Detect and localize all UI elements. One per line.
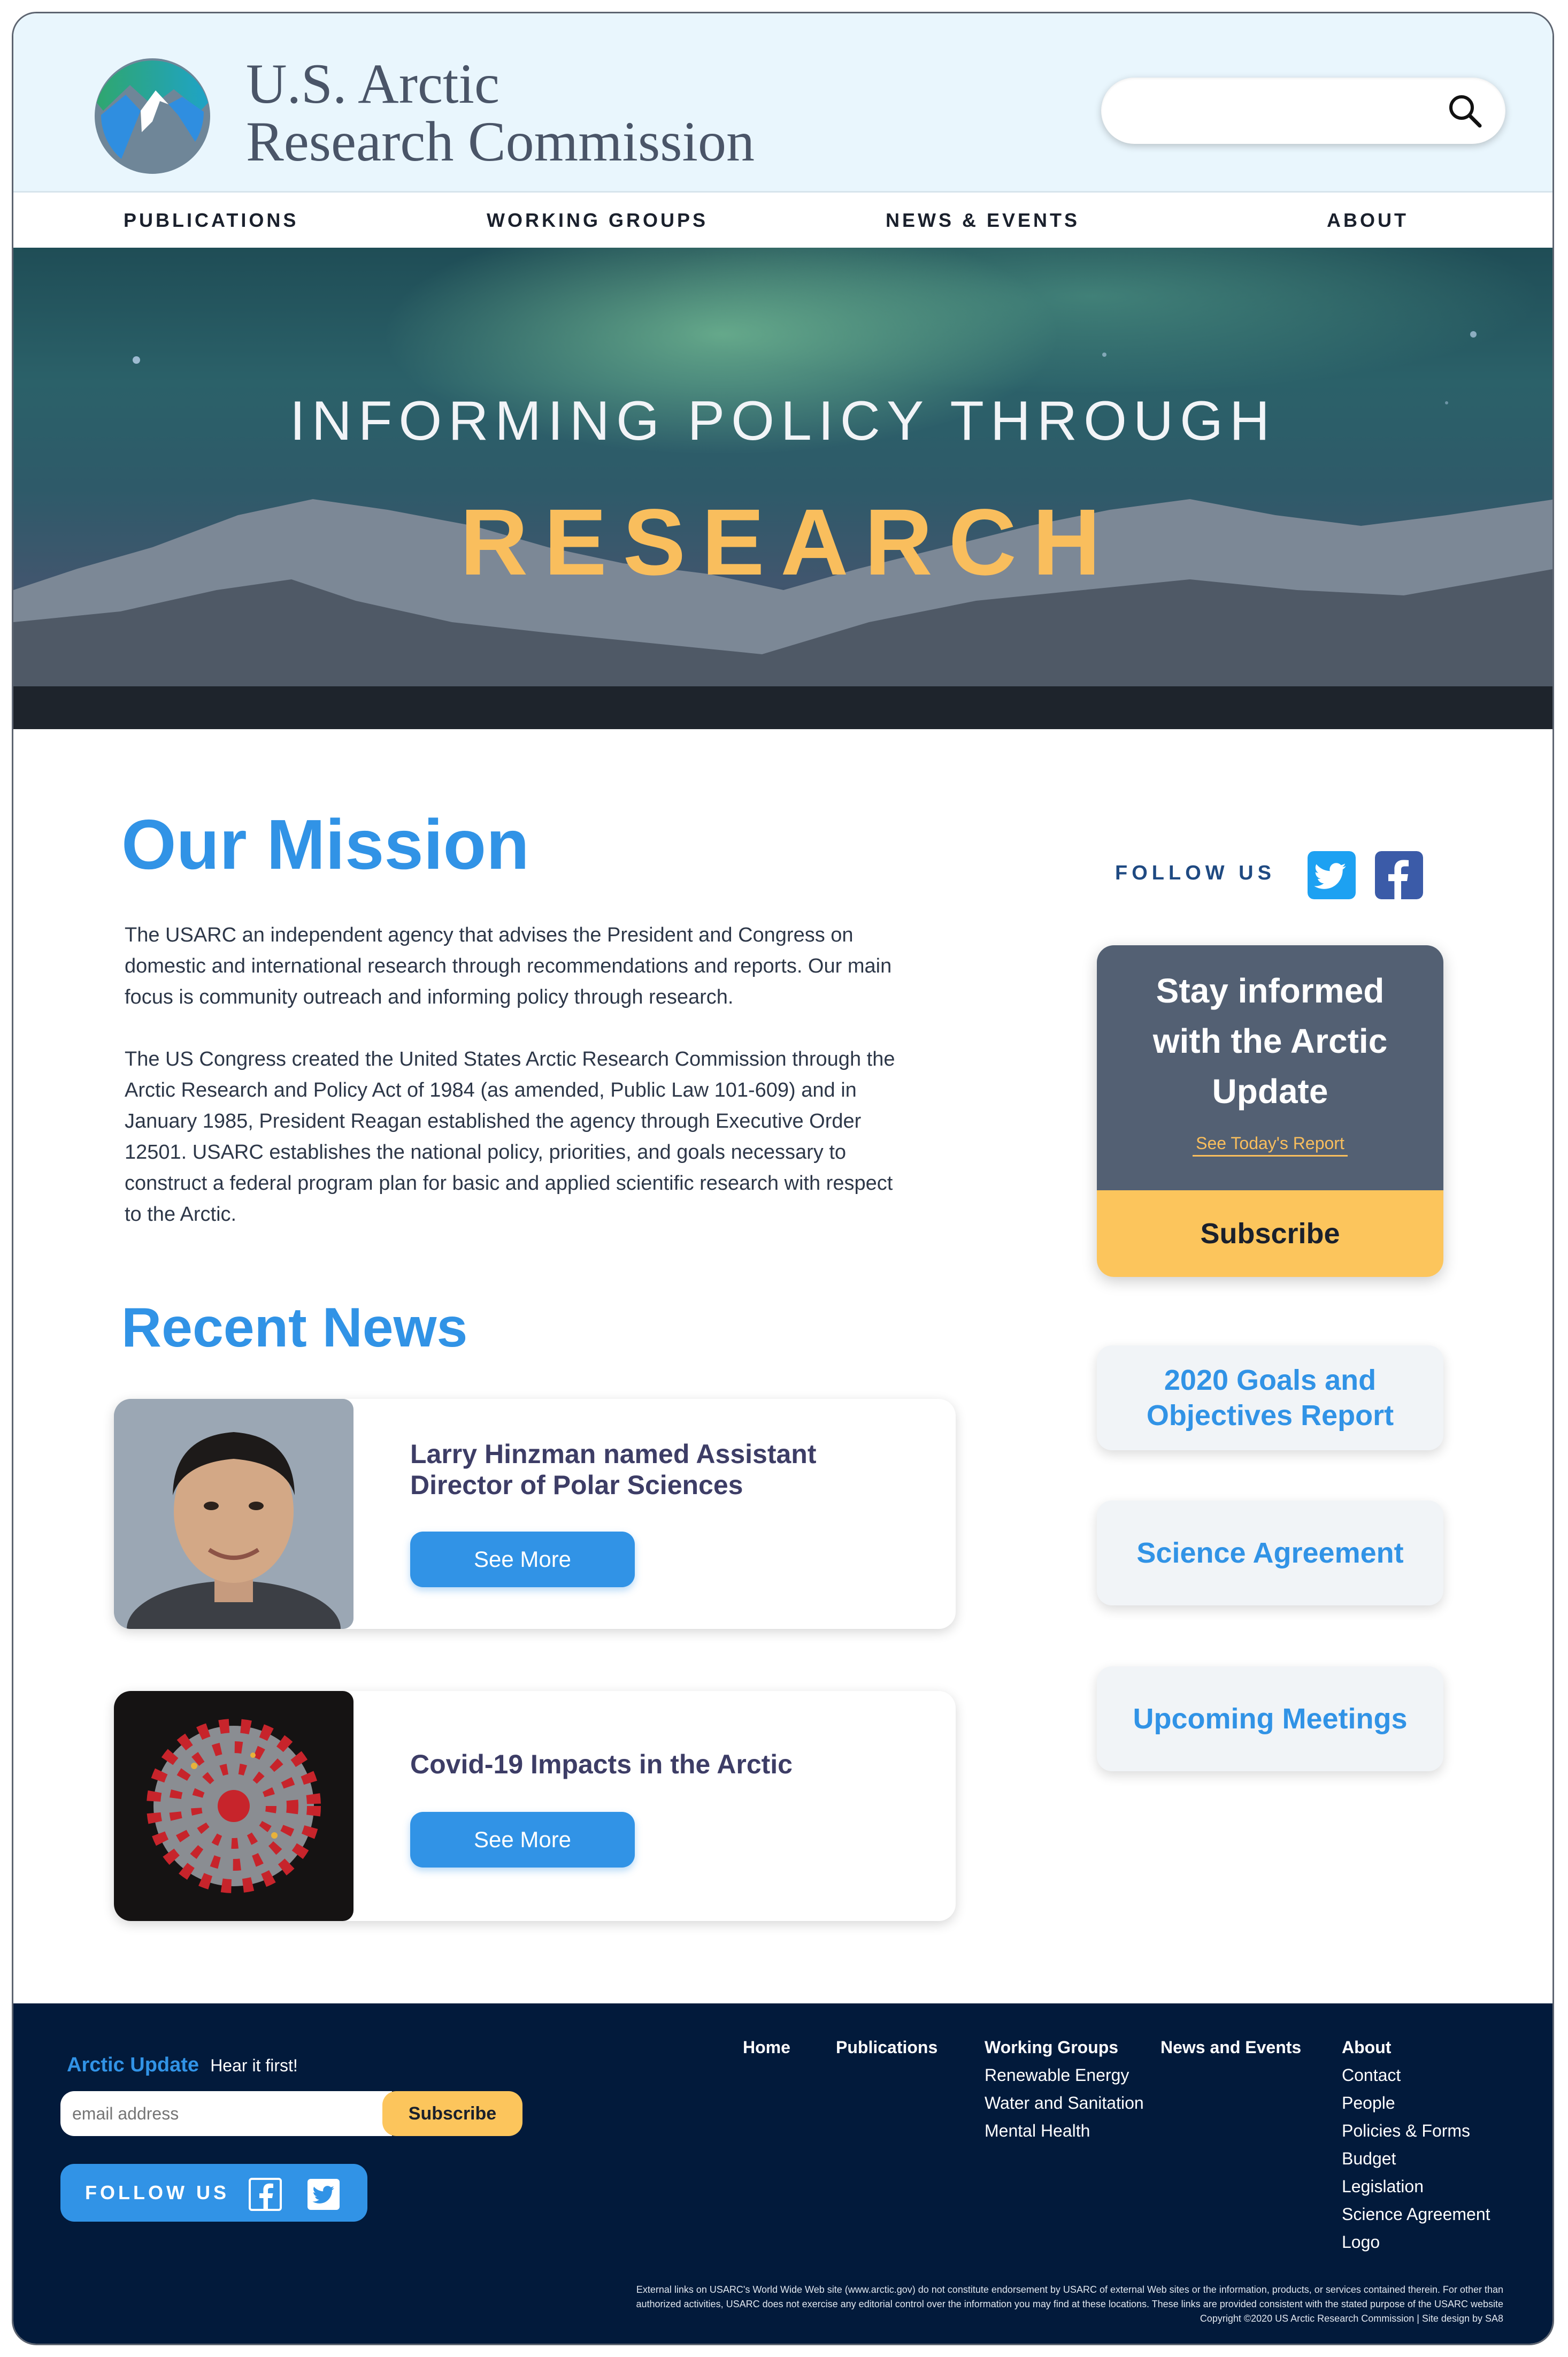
site-title-line1: U.S. Arctic: [246, 52, 499, 115]
site-title[interactable]: U.S. Arctic Research Commission: [246, 55, 755, 171]
see-more-button[interactable]: See More: [410, 1812, 635, 1868]
arctic-update-heading-text: Stay informed with the Arctic Update: [1152, 971, 1388, 1111]
page-frame: U.S. Arctic Research Commission PUBLICAT…: [12, 12, 1554, 2345]
twitter-icon[interactable]: [306, 2178, 341, 2211]
see-more-button[interactable]: See More: [410, 1532, 635, 1587]
usarc-logo[interactable]: [88, 52, 217, 180]
news-card: Covid-19 Impacts in the Arctic See More: [114, 1691, 956, 1921]
arctic-update-card: Stay informed with the Arctic Update See…: [1097, 945, 1443, 1277]
footer-link-mental-health[interactable]: Mental Health: [985, 2117, 1144, 2145]
see-todays-report-link[interactable]: See Today's Report: [1097, 1134, 1443, 1157]
footer-link-news-events[interactable]: News and Events: [1160, 2033, 1301, 2061]
footer-legal-line-1: External links on USARC's World Wide Web…: [636, 2284, 1503, 2295]
search-icon[interactable]: [1446, 91, 1484, 130]
portrait-image: [114, 1399, 353, 1629]
hero-highlight: RESEARCH: [460, 490, 1117, 595]
footer-col-about: About Contact People Policies & Forms Bu…: [1342, 2033, 1490, 2256]
news-title[interactable]: Covid-19 Impacts in the Arctic: [410, 1749, 891, 1780]
news-card: Larry Hinzman named Assistant Director o…: [114, 1399, 956, 1629]
footer-subscribe-button[interactable]: Subscribe: [382, 2091, 522, 2136]
mission-paragraph-2: The US Congress created the United State…: [125, 1048, 895, 1226]
hero-banner: INFORMING POLICY THROUGH RESEARCH: [13, 248, 1552, 729]
upcoming-meetings-label: Upcoming Meetings: [1133, 1703, 1408, 1735]
footer-link-home[interactable]: Home: [743, 2033, 790, 2061]
footer-email-input[interactable]: [60, 2091, 392, 2136]
site-title-line2: Research Commission: [246, 110, 755, 173]
search-bar: [1101, 78, 1505, 145]
footer-link-science-agreement[interactable]: Science Agreement: [1342, 2200, 1490, 2228]
footer-link-logo[interactable]: Logo: [1342, 2228, 1490, 2256]
subscribe-button[interactable]: Subscribe: [1097, 1190, 1443, 1277]
site-header: U.S. Arctic Research Commission: [13, 13, 1552, 193]
recent-news-heading: Recent News: [121, 1297, 468, 1359]
arctic-update-heading: Stay informed with the Arctic Update: [1097, 966, 1443, 1116]
arctic-update-panel: Stay informed with the Arctic Update See…: [1097, 945, 1443, 1190]
footer-legal: External links on USARC's World Wide Web…: [273, 2283, 1503, 2326]
mission-heading: Our Mission: [121, 805, 529, 884]
nav-item-publications[interactable]: PUBLICATIONS: [124, 193, 298, 248]
footer-follow-us: FOLLOW US: [60, 2164, 367, 2222]
footer-link-about[interactable]: About: [1342, 2033, 1490, 2061]
search-input[interactable]: [1123, 78, 1424, 145]
virus-image: [114, 1691, 353, 1921]
footer-link-renewable-energy[interactable]: Renewable Energy: [985, 2061, 1144, 2089]
nav-item-about[interactable]: ABOUT: [1327, 193, 1409, 248]
footer-col-working-groups: Working Groups Renewable Energy Water an…: [985, 2033, 1144, 2145]
footer-link-water-sanitation[interactable]: Water and Sanitation: [985, 2089, 1144, 2117]
footer-link-contact[interactable]: Contact: [1342, 2061, 1490, 2089]
footer-col-home: Home: [743, 2033, 790, 2061]
footer-legal-line-2: authorized activities, USARC does not ex…: [636, 2299, 1503, 2309]
facebook-icon[interactable]: [1375, 851, 1423, 899]
goals-report-label: 2020 Goals and Objectives Report: [1146, 1364, 1394, 1432]
follow-us-label: FOLLOW US: [1115, 862, 1275, 884]
mission-paragraph-1: The USARC an independent agency that adv…: [125, 924, 892, 1008]
footer-link-people[interactable]: People: [1342, 2089, 1490, 2117]
goals-report-link[interactable]: 2020 Goals and Objectives Report: [1097, 1345, 1443, 1450]
twitter-icon[interactable]: [1308, 851, 1356, 899]
footer-link-legislation[interactable]: Legislation: [1342, 2172, 1490, 2200]
see-todays-report-label: See Today's Report: [1193, 1134, 1348, 1157]
nav-item-news-events[interactable]: NEWS & EVENTS: [886, 193, 1080, 248]
footer-link-budget[interactable]: Budget: [1342, 2145, 1490, 2172]
main-nav: PUBLICATIONS WORKING GROUPS NEWS & EVENT…: [13, 193, 1552, 248]
footer-col-publications: Publications: [836, 2033, 937, 2061]
science-agreement-link[interactable]: Science Agreement: [1097, 1501, 1443, 1605]
footer-copyright: Copyright ©2020 US Arctic Research Commi…: [1200, 2313, 1503, 2324]
footer-col-news-events: News and Events: [1160, 2033, 1301, 2061]
footer-arctic-update-label: Arctic Update: [67, 2054, 199, 2076]
footer-link-policies-forms[interactable]: Policies & Forms: [1342, 2117, 1490, 2145]
news-title[interactable]: Larry Hinzman named Assistant Director o…: [410, 1438, 891, 1501]
footer-link-publications[interactable]: Publications: [836, 2033, 937, 2061]
footer-arctic-update: Arctic Update Hear it first!: [67, 2054, 298, 2077]
science-agreement-label: Science Agreement: [1136, 1537, 1404, 1569]
footer-arctic-update-tagline: Hear it first!: [210, 2056, 298, 2075]
footer-follow-us-label: FOLLOW US: [85, 2182, 229, 2203]
site-footer: Arctic Update Hear it first! Subscribe F…: [13, 2003, 1552, 2344]
upcoming-meetings-link[interactable]: Upcoming Meetings: [1097, 1666, 1443, 1771]
footer-link-working-groups[interactable]: Working Groups: [985, 2033, 1144, 2061]
nav-item-working-groups[interactable]: WORKING GROUPS: [487, 193, 708, 248]
facebook-icon[interactable]: [249, 2178, 282, 2211]
hero-heading: INFORMING POLICY THROUGH: [289, 390, 1277, 452]
